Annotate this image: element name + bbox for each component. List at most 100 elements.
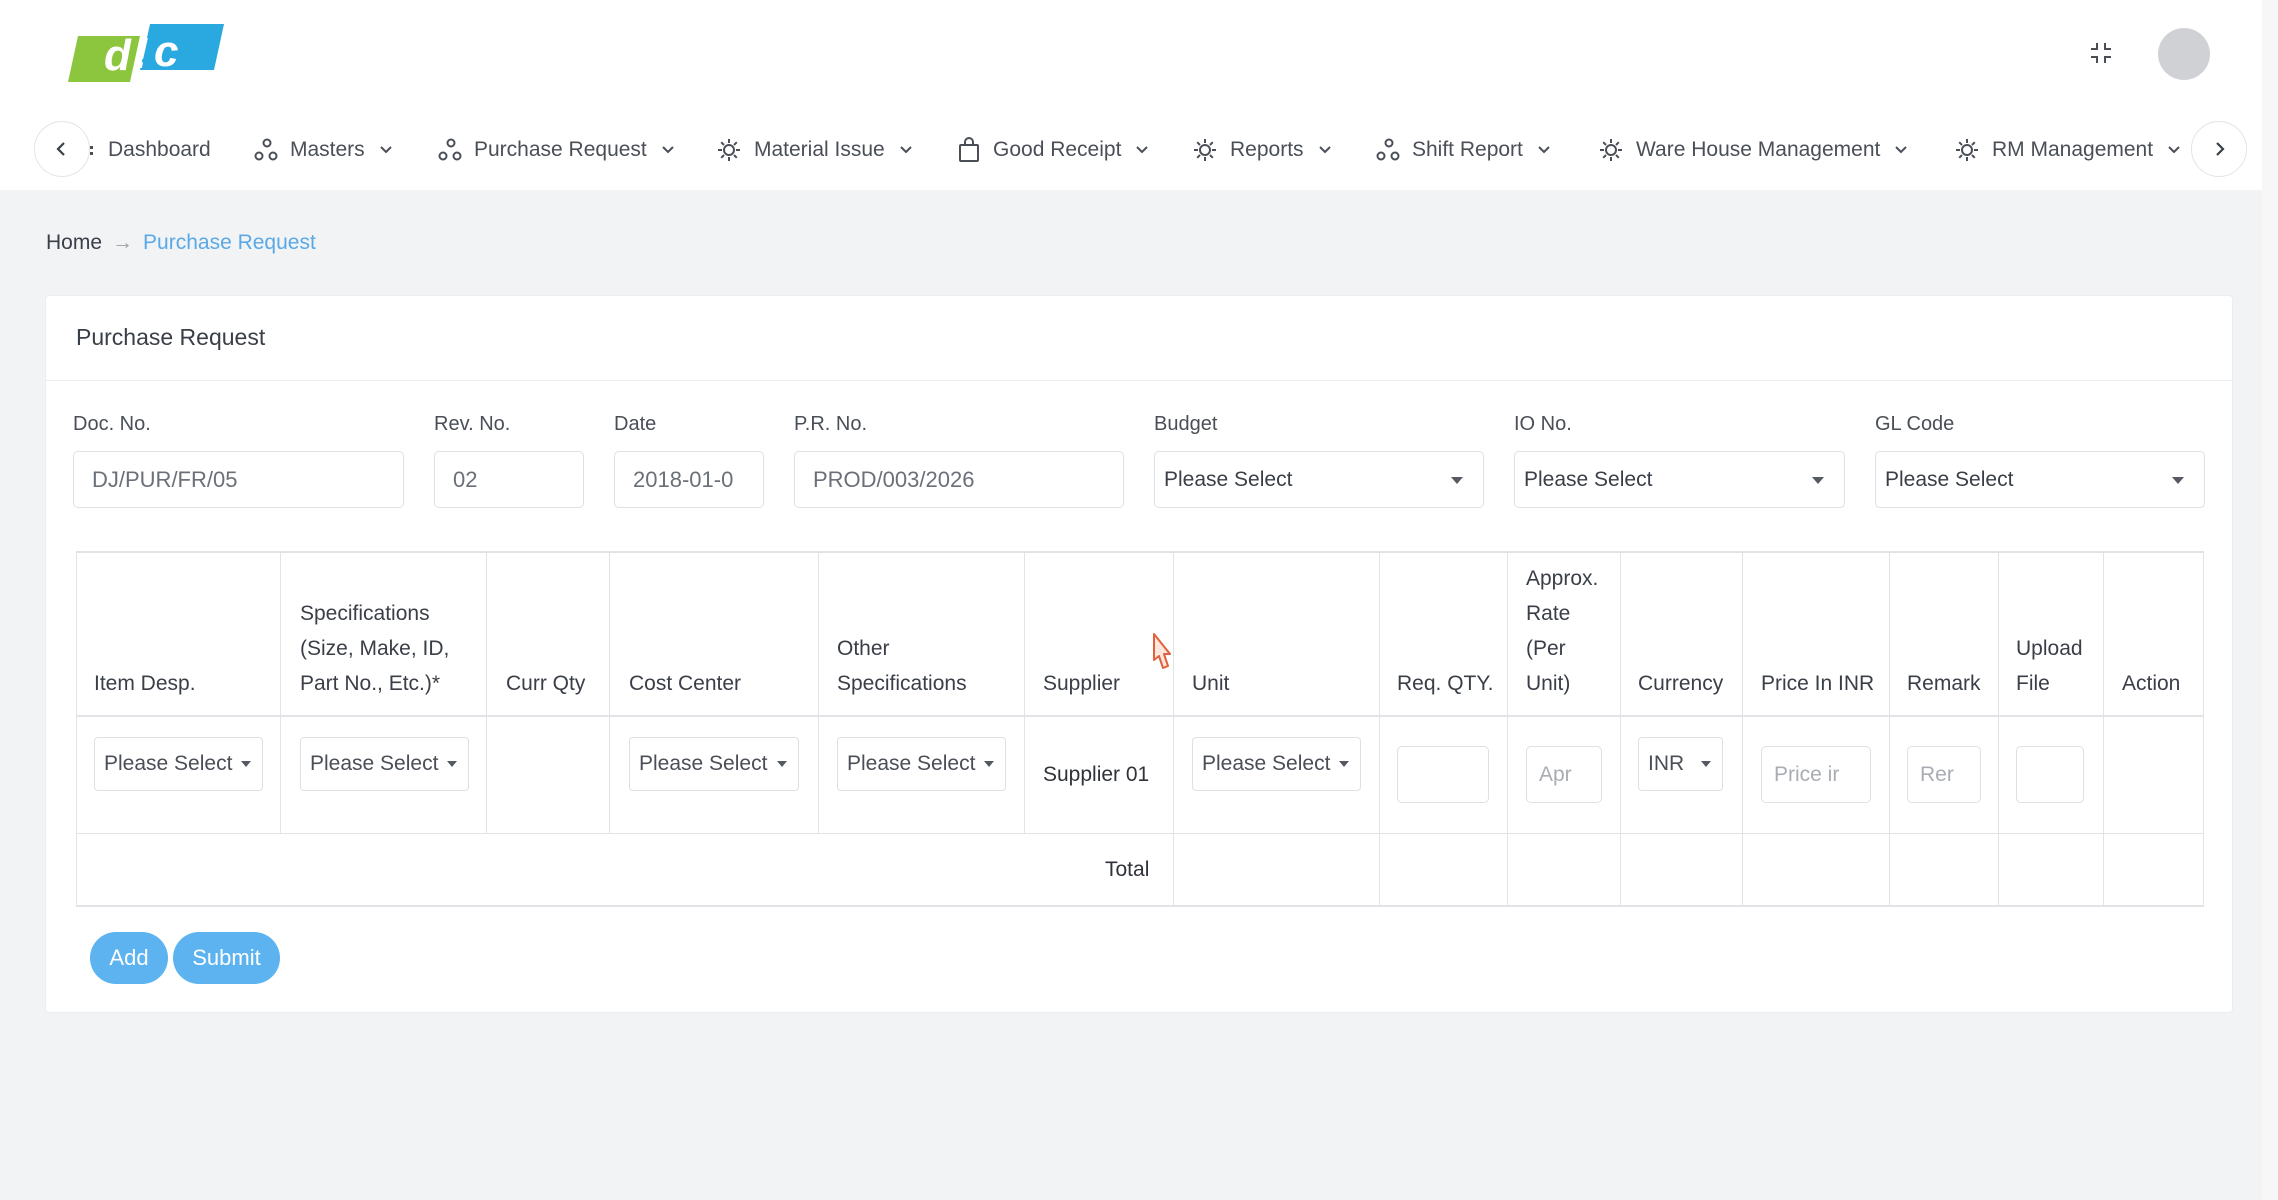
nav-item-masters[interactable]: Masters [254,132,393,168]
nav-item-purchase-request[interactable]: Purchase Request [438,132,675,168]
nav-item-rm-management[interactable]: RM Management [1954,132,2181,168]
nav-item-label: Shift Report [1412,138,1523,161]
gear-icon [718,139,740,161]
breadcrumb-home-link[interactable]: Home [46,231,102,255]
caret-down-icon [1812,477,1824,484]
chevron-right-icon [2216,142,2225,156]
nav-item-dashboard[interactable]: Dashboard [88,132,211,168]
total-label: Total [1105,858,1150,881]
col-header-currency: Currency [1638,672,1724,695]
price-inr-input[interactable] [1761,746,1871,803]
col-header-upload-line: Upload [2016,637,2083,660]
caret-down-icon [984,761,994,767]
col-header-curr-qty: Curr Qty [506,672,586,695]
upload-file-input[interactable] [2016,746,2084,803]
company-logo[interactable]: d ! c [68,24,224,82]
chevron-down-icon [379,146,392,154]
nav-item-label: Ware House Management [1636,138,1881,161]
caret-down-icon [447,761,457,767]
nav-item-label: RM Management [1992,138,2154,161]
currency-select[interactable]: INR [1638,737,1723,791]
col-header-specs-line: (Size, Make, ID, [300,637,450,660]
caret-down-icon [1701,761,1711,767]
table-border [76,551,2204,553]
submit-button[interactable]: Submit [173,932,280,984]
col-header-specs: Specifications (Size, Make, ID, Part No.… [300,596,449,701]
table-border [76,551,77,907]
caret-down-icon [2172,477,2184,484]
col-header-rate-line: (Per [1526,637,1566,660]
breadcrumb-separator: → [112,231,134,254]
nav-item-label: Good Receipt [993,138,1122,161]
req-qty-input[interactable] [1397,746,1489,803]
chevron-down-icon [1318,146,1331,154]
nav-item-ware-house-management[interactable]: Ware House Management [1598,132,1908,168]
col-header-rate-line: Approx. [1526,567,1599,590]
gl-code-select[interactable]: Please Select [1875,451,2205,508]
col-header-cost-center: Cost Center [629,672,742,695]
col-header-other-line: Other [837,637,890,660]
nav-scroll-left-button[interactable] [34,121,90,177]
cost-center-select-value: Please Select [639,752,768,775]
chevron-down-icon [1538,146,1550,154]
approx-rate-input[interactable] [1526,746,1602,803]
bag-icon [959,137,979,162]
caret-down-icon [1451,477,1463,484]
budget-select[interactable]: Please Select [1154,451,1484,508]
table-border [1507,551,1508,907]
breadcrumb: Home → Purchase Request [46,229,316,257]
date-input[interactable] [614,451,764,508]
item-desp-select[interactable]: Please Select [94,737,263,791]
nav-item-label: Material Issue [754,138,885,161]
nav-item-shift-report[interactable]: Shift Report [1376,132,1551,168]
col-header-specs-line: Part No., Etc.)* [300,672,441,695]
other-specifications-select-value: Please Select [847,752,976,775]
breadcrumb-current[interactable]: Purchase Request [143,231,316,255]
specifications-select[interactable]: Please Select [300,737,469,791]
page-scrollbar[interactable] [2262,0,2278,1200]
gear-icon [1194,139,1216,161]
gl-code-label: GL Code [1875,413,1955,435]
chevron-down-icon [1895,146,1908,154]
user-avatar[interactable] [2158,28,2210,80]
doc-no-input[interactable] [73,451,404,508]
unit-select[interactable]: Please Select [1192,737,1361,791]
table-border [1620,551,1621,907]
chevron-down-icon [1136,146,1149,154]
dashboard-icon [90,146,93,155]
pr-no-label: P.R. No. [794,413,867,435]
hand-cursor-icon [1150,632,1176,677]
nodes-icon [254,138,278,161]
doc-no-label: Doc. No. [73,413,151,435]
pr-no-input[interactable] [794,451,1124,508]
svg-text:!: ! [134,29,149,78]
table-border [76,833,2204,834]
nav-item-good-receipt[interactable]: Good Receipt [957,132,1149,168]
nav-item-label: Dashboard [108,138,211,161]
other-specifications-select[interactable]: Please Select [837,737,1006,791]
nav-scroll-right-button[interactable] [2191,121,2247,177]
rev-no-input[interactable] [434,451,584,508]
col-header-other-specs: Other Specifications [837,631,967,701]
col-header-item-desp: Item Desp. [94,672,196,695]
nav-item-reports[interactable]: Reports [1192,132,1332,168]
item-desp-select-value: Please Select [104,752,233,775]
col-header-approx-rate: Approx. Rate (Per Unit) [1526,561,1598,701]
currency-select-value: INR [1648,752,1685,775]
collapse-icon[interactable] [2086,38,2116,68]
col-header-rate-line: Rate [1526,602,1571,625]
nav-item-label: Purchase Request [474,138,647,161]
chevron-down-icon [662,146,674,154]
col-header-other-line: Specifications [837,672,967,695]
remark-input[interactable] [1907,746,1981,803]
nav-item-label: Masters [290,138,365,161]
col-header-specs-line: Specifications [300,602,430,625]
table-border [76,905,2204,907]
io-no-select[interactable]: Please Select [1514,451,1845,508]
rev-no-label: Rev. No. [434,413,511,435]
table-border [76,715,2204,717]
add-button[interactable]: Add [90,932,168,984]
nav-item-material-issue[interactable]: Material Issue [716,132,913,168]
cost-center-select[interactable]: Please Select [629,737,799,791]
col-header-supplier: Supplier [1043,672,1121,695]
